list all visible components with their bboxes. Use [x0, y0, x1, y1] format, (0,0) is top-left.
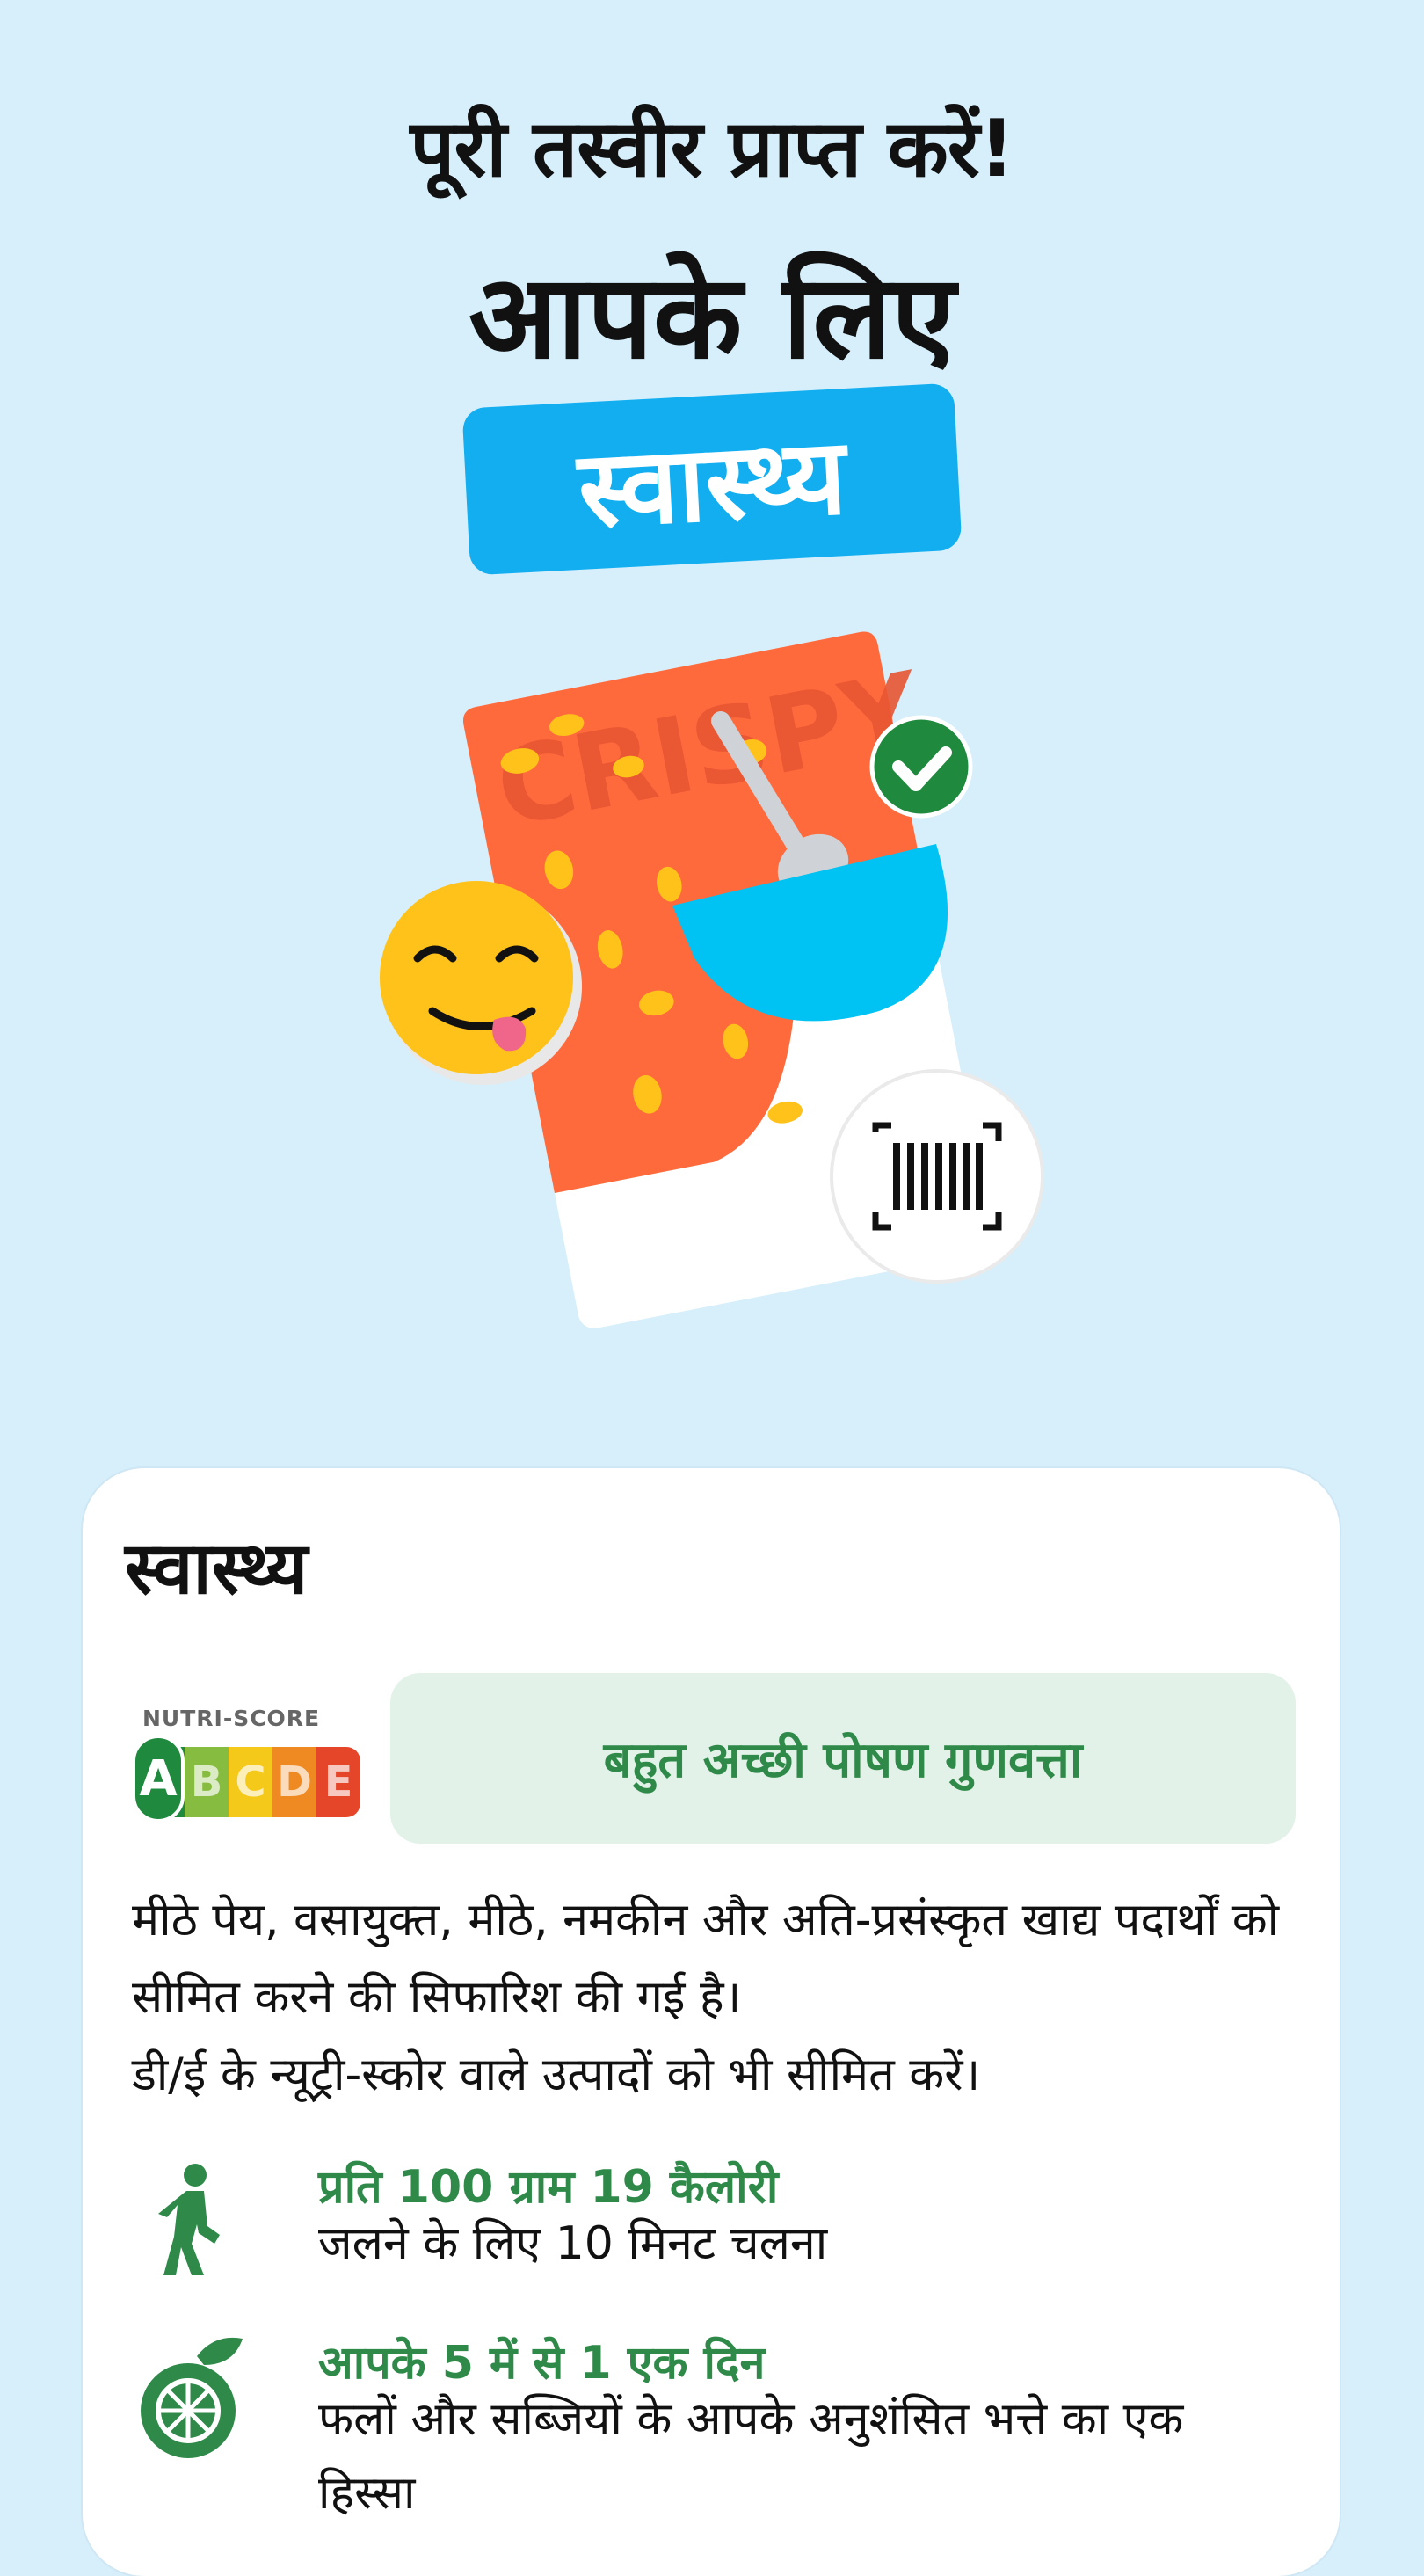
nutriscore-letter: D [272, 1747, 316, 1817]
card-title: स्वास्थ्य [125, 1527, 309, 1611]
nutriscore-letter: B [185, 1747, 229, 1817]
fruit-text: फलों और सब्जियों के आपके अनुशंसित भत्ते … [318, 2393, 1184, 2520]
nutriscore-letter: C [229, 1747, 272, 1817]
health-card: स्वास्थ्य NUTRI-SCORE A B C D E A बहुत अ… [83, 1468, 1340, 2576]
recommendation-paragraph-2: डी/ई के न्यूट्री-स्कोर वाले उत्पादों को … [132, 2048, 981, 2101]
nutriscore-label: NUTRI-SCORE [142, 1706, 321, 1731]
quality-banner: बहुत अच्छी पोषण गुणवत्ता [390, 1673, 1296, 1844]
barcode-icon [830, 1069, 1044, 1284]
recommendation-paragraph-1: मीठे पेय, वसायुक्त, मीठे, नमकीन और अति-प… [132, 1894, 1280, 2024]
calorie-text: जलने के लिए 10 मिनट चलना [318, 2217, 828, 2270]
check-badge-icon [869, 715, 973, 819]
nutriscore-grade: A [132, 1735, 185, 1823]
walking-person-icon [158, 2164, 220, 2275]
fruit-icon [141, 2337, 243, 2458]
product-illustration: CRISPY [380, 631, 1044, 1328]
nutriscore-badge: A B C D E A [132, 1735, 360, 1823]
quality-text: बहुत अच्छी पोषण गुणवत्ता [603, 1732, 1083, 1789]
nutriscore-letter: E [316, 1747, 360, 1817]
recommendation-text: मीठे पेय, वसायुक्त, मीठे, नमकीन और अति-प… [132, 1881, 1310, 2114]
